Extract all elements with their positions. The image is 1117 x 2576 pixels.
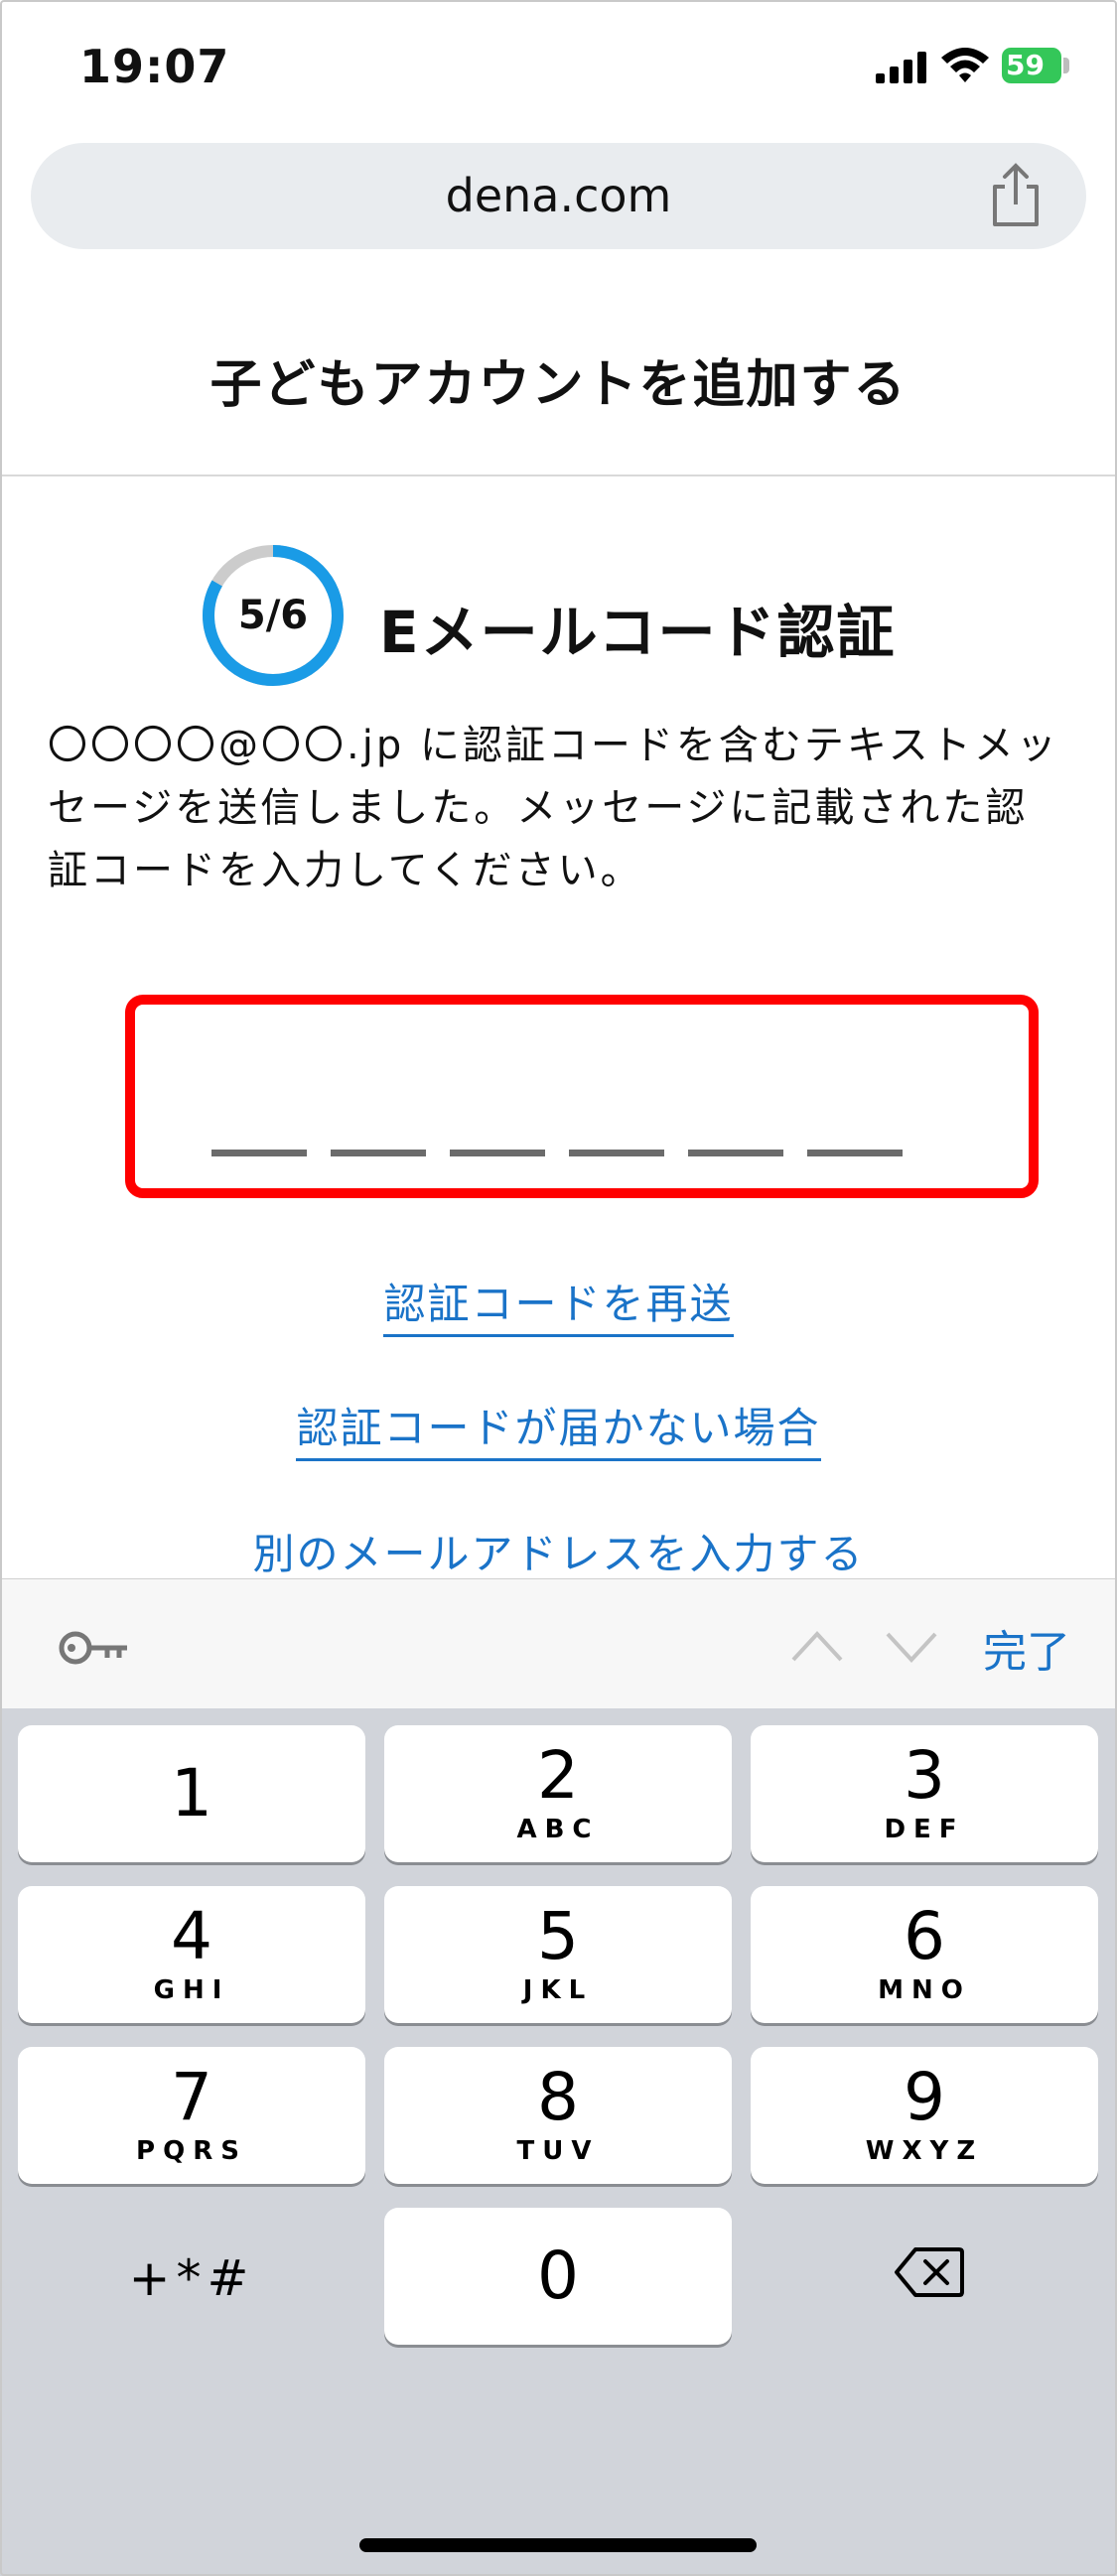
key-2[interactable]: 2 ABC: [384, 1725, 732, 1862]
key-digit: 9: [904, 2059, 945, 2135]
battery-icon: 59: [1002, 48, 1061, 83]
header-divider: [0, 475, 1117, 476]
key-digit: 0: [537, 2237, 579, 2314]
key-letters: MNO: [878, 1975, 971, 2005]
code-digit-slot: [450, 1150, 545, 1156]
key-3[interactable]: 3 DEF: [751, 1725, 1098, 1862]
key-digit: 8: [537, 2059, 579, 2135]
status-bar: 19:07 59: [0, 0, 1117, 139]
battery-level: 59: [1006, 49, 1045, 81]
key-digit: 1: [171, 1755, 212, 1831]
resend-code-label: 認証コードを再送: [383, 1280, 734, 1337]
code-digit-slot: [331, 1150, 426, 1156]
key-6[interactable]: 6 MNO: [751, 1886, 1098, 2023]
verification-code-input[interactable]: [125, 995, 1039, 1198]
key-letters: GHI: [153, 1975, 230, 2005]
key-letters: PQRS: [136, 2136, 247, 2166]
code-digit-slot: [807, 1150, 903, 1156]
key-icon[interactable]: [58, 1628, 131, 1668]
key-digit: 4: [171, 1898, 212, 1974]
step-title: Eメールコード認証: [379, 599, 897, 666]
step-counter: 5/6: [237, 593, 309, 638]
url-text: dena.com: [445, 169, 672, 222]
wifi-icon: [941, 48, 989, 82]
other-email-link[interactable]: 別のメールアドレスを入力する: [0, 1521, 1117, 1587]
key-7[interactable]: 7 PQRS: [18, 2047, 365, 2184]
key-digit: 2: [537, 1737, 579, 1814]
key-1[interactable]: 1: [18, 1725, 365, 1862]
backspace-icon[interactable]: [894, 2245, 965, 2299]
key-9[interactable]: 9 WXYZ: [751, 2047, 1098, 2184]
key-8[interactable]: 8 TUV: [384, 2047, 732, 2184]
page-title: 子どもアカウントを追加する: [209, 355, 908, 415]
key-letters: TUV: [516, 2136, 600, 2166]
share-icon[interactable]: [981, 161, 1050, 230]
chevron-up-icon[interactable]: [789, 1628, 845, 1664]
code-digit-slot: [688, 1150, 783, 1156]
code-digit-slot: [211, 1150, 307, 1156]
key-letters: DEF: [884, 1815, 965, 1844]
home-indicator: [359, 2538, 757, 2552]
key-letters: JKL: [522, 1975, 594, 2005]
code-not-received-link[interactable]: 認証コードが届かない場合: [0, 1395, 1117, 1461]
key-digit: 3: [904, 1737, 945, 1814]
address-bar[interactable]: dena.com: [31, 143, 1086, 249]
key-digit: 5: [537, 1898, 579, 1974]
cellular-signal-icon: [876, 52, 926, 83]
key-5[interactable]: 5 JKL: [384, 1886, 732, 2023]
instruction-text: 〇〇〇〇@〇〇.jp に認証コードを含むテキストメッセージを送信しました。メッセ…: [48, 723, 1059, 893]
symbols-key[interactable]: +*#: [18, 2210, 365, 2347]
battery-cap: [1063, 58, 1069, 73]
key-letters: ABC: [516, 1815, 600, 1844]
code-digit-slot: [569, 1150, 664, 1156]
resend-code-link[interactable]: 認証コードを再送: [0, 1271, 1117, 1337]
key-0[interactable]: 0: [384, 2208, 732, 2345]
keyboard-accessory-bar: [0, 1578, 1117, 1708]
key-digit: 7: [171, 2059, 212, 2135]
key-4[interactable]: 4 GHI: [18, 1886, 365, 2023]
key-letters: WXYZ: [865, 2136, 984, 2166]
status-time: 19:07: [79, 40, 230, 93]
key-digit: 6: [904, 1898, 945, 1974]
done-button[interactable]: 完了: [983, 1616, 1070, 1680]
code-not-received-label: 認証コードが届かない場合: [296, 1404, 821, 1461]
chevron-down-icon[interactable]: [884, 1628, 939, 1664]
